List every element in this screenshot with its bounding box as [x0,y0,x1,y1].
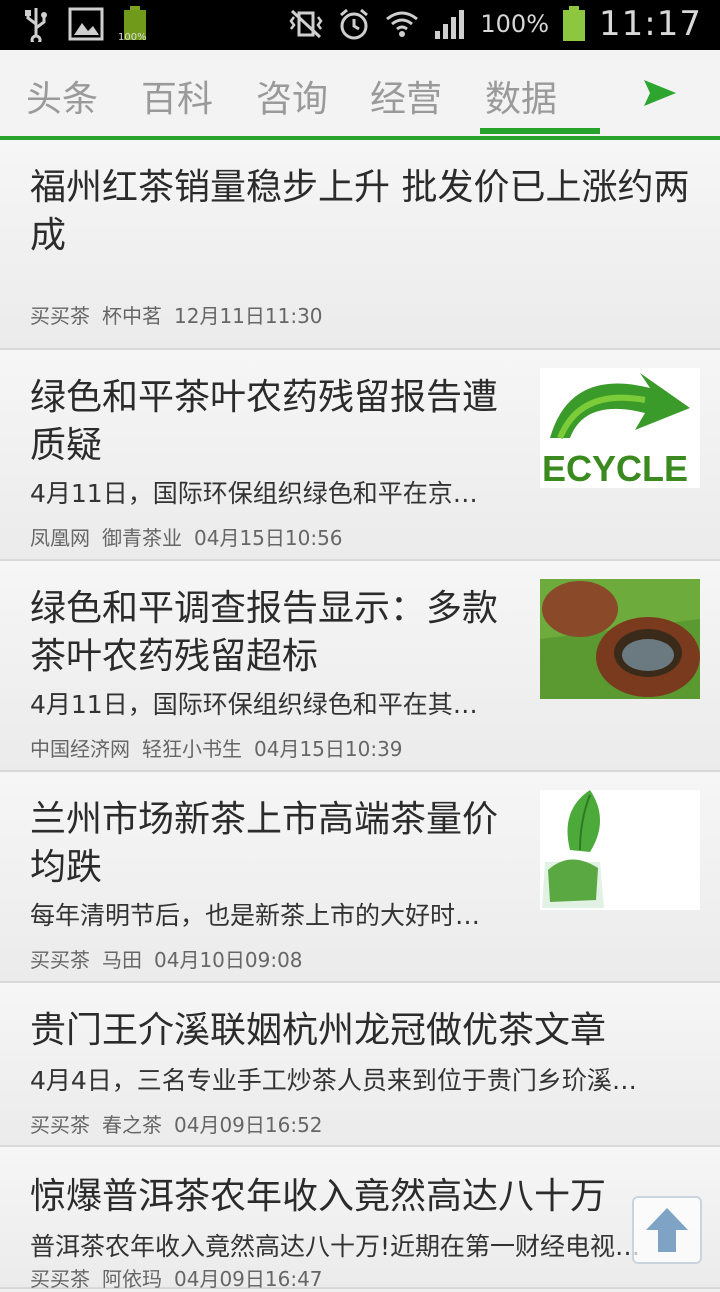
article-meta: 买买茶 杯中茗 12月11日11:30 [30,300,335,329]
list-item[interactable]: 绿色和平茶叶农药残留报告遭质疑 4月11日，国际环保组织绿色和平在京… 凤凰网御… [0,350,720,561]
article-source: 买买茶 [30,948,90,972]
active-tab-indicator [480,128,600,134]
article-title: 贵门王介溪联姻杭州龙冠做优茶文章 [30,1010,607,1051]
article-title: 绿色和平调查报告显示：多款茶叶农药残留超标 [30,588,499,677]
tab-consult[interactable]: 咨询 [256,70,328,122]
article-author: 御青茶业 [102,526,182,550]
article-source: 买买茶 [30,1267,90,1291]
battery-icon [561,6,587,42]
article-time: 04月09日16:47 [174,1267,323,1291]
list-item[interactable]: 贵门王介溪联姻杭州龙冠做优茶文章 4月4日，三名专业手工炒茶人员来到位于贵门乡玠… [0,983,720,1147]
article-author: 春之茶 [102,1113,162,1137]
category-tab-bar [0,50,720,140]
tab-headlines[interactable]: 头条 [26,70,98,122]
tab-encyclopedia[interactable]: 百科 [141,70,213,122]
article-summary: 4月11日，国际环保组织绿色和平在京… [30,479,478,508]
list-item[interactable]: 兰州市场新茶上市高端茶量价均跌 每年清明节后，也是新茶上市的大好时… 买买茶 马田… [0,772,720,983]
article-summary: 每年清明节后，也是新茶上市的大好时… [30,901,481,930]
article-meta: 买买茶 阿依玛 04月09日16:47 [30,1263,335,1292]
gallery-icon [68,6,104,42]
teapot-thumbnail [540,579,700,699]
article-title: 绿色和平茶叶农药残留报告遭质疑 [30,377,499,466]
battery-percent: 100% [480,10,550,38]
article-time: 04月09日16:52 [174,1113,323,1137]
article-source: 买买茶 [30,304,90,328]
article-summary: 4月4日，三名专业手工炒茶人员来到位于贵门乡玠溪… [30,1066,637,1095]
vibrate-icon [288,6,324,42]
article-meta: 中国经济网 轻狂小书生 04月15日10:39 [30,733,415,762]
recycle-logo-text: ECYCLE [542,448,689,488]
tea-leaf-thumbnail [540,790,700,910]
status-bar: 100% 100% 11:17 [0,0,720,50]
article-time: 04月10日09:08 [154,948,303,972]
next-tab-arrow-icon[interactable] [640,76,680,110]
article-time: 04月15日10:56 [194,526,343,550]
article-meta: 买买茶 马田 04月10日09:08 [30,944,315,973]
article-source: 凤凰网 [30,526,90,550]
article-source: 中国经济网 [30,737,130,761]
tab-data[interactable]: 数据 [485,70,557,122]
list-item[interactable]: 惊爆普洱茶农年收入竟然高达八十万 普洱茶农年收入竟然高达八十万!近期在第一财经电… [0,1147,720,1292]
article-author: 轻狂小书生 [142,737,242,761]
article-author: 阿依玛 [102,1267,162,1291]
article-title: 惊爆普洱茶农年收入竟然高达八十万 [30,1176,607,1217]
article-meta: 凤凰网 御青茶业 04月15日10:56 [30,522,355,551]
article-source: 买买茶 [30,1113,90,1137]
article-author: 杯中茗 [102,304,162,328]
article-title: 兰州市场新茶上市高端茶量价均跌 [30,799,499,888]
recycle-thumbnail: ECYCLE [540,368,700,488]
alarm-icon [336,6,372,42]
small-battery-icon: 100% [118,6,154,43]
article-title: 福州红茶销量稳步上升 批发价已上涨约两成 [30,167,690,256]
clock: 11:17 [599,4,702,44]
article-author: 马田 [102,948,142,972]
list-item[interactable]: 绿色和平调查报告显示：多款茶叶农药残留超标 4月11日，国际环保组织绿色和平在其… [0,561,720,772]
signal-icon [432,6,468,42]
list-item[interactable]: 福州红茶销量稳步上升 批发价已上涨约两成 买买茶 杯中茗 12月11日11:30 [0,140,720,350]
usb-icon [18,6,54,42]
article-summary: 4月11日，国际环保组织绿色和平在其… [30,690,478,719]
arrow-up-icon [646,1208,688,1252]
wifi-icon [384,6,420,42]
scroll-to-top-button[interactable] [632,1196,702,1264]
article-summary: 普洱茶农年收入竟然高达八十万!近期在第一财经电视… [30,1232,641,1261]
article-time: 04月15日10:39 [254,737,403,761]
article-meta: 买买茶 春之茶 04月09日16:52 [30,1109,335,1138]
article-time: 12月11日11:30 [174,304,323,328]
tab-business[interactable]: 经营 [370,70,442,122]
